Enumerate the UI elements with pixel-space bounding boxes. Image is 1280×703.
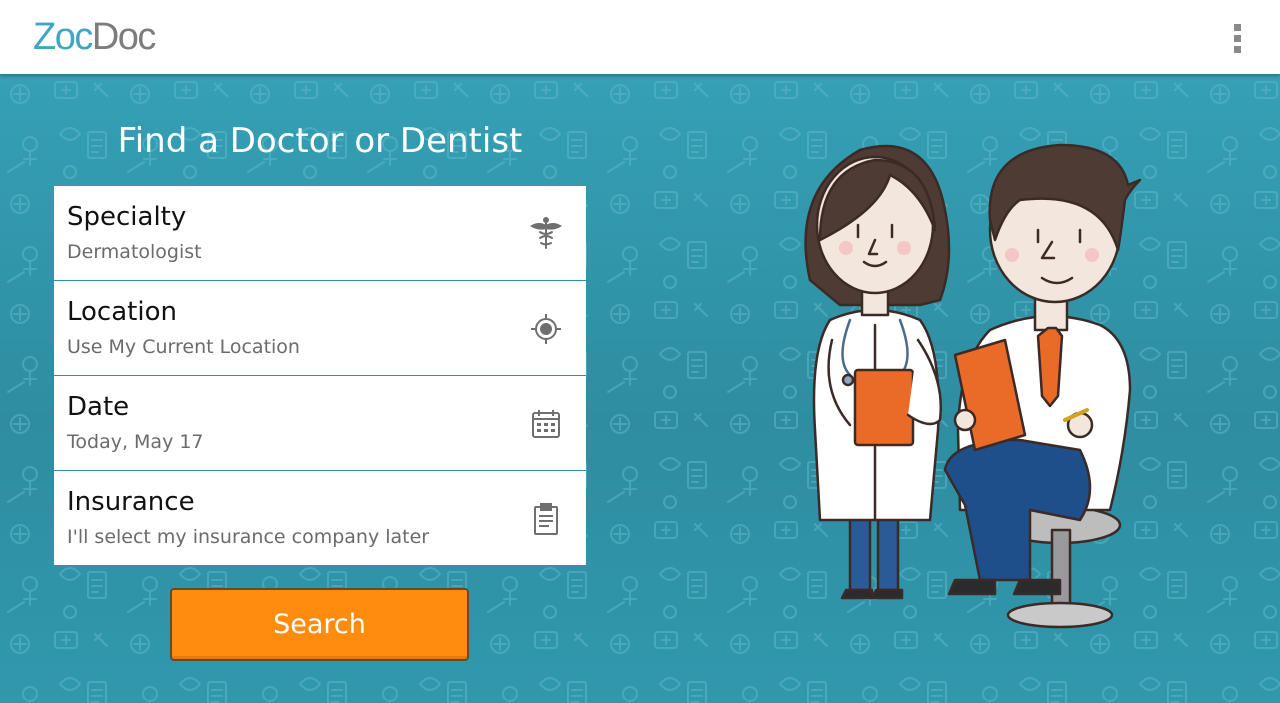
more-vert-icon[interactable]: [1226, 20, 1250, 56]
logo-doc-text: Doc: [91, 16, 157, 58]
caduceus-icon: [529, 217, 563, 249]
logo-zoc-text: Zoc: [33, 16, 93, 58]
zocdoc-logo[interactable]: ZocDoc: [33, 14, 157, 60]
insurance-field[interactable]: Insurance I'll select my insurance compa…: [54, 471, 586, 565]
specialty-label: Specialty: [67, 202, 187, 232]
search-form: Specialty Dermatologist Location Use My …: [54, 186, 586, 565]
doctors-illustration: [804, 143, 1142, 629]
gps-location-icon: [531, 314, 561, 344]
insurance-label: Insurance: [67, 487, 195, 517]
calendar-icon: [532, 410, 560, 438]
specialty-field[interactable]: Specialty Dermatologist: [54, 186, 586, 281]
insurance-value: I'll select my insurance company later: [67, 526, 430, 548]
search-button[interactable]: Search: [170, 588, 469, 661]
clipboard-icon: [534, 503, 558, 535]
date-value: Today, May 17: [67, 431, 204, 453]
location-field[interactable]: Location Use My Current Location: [54, 281, 586, 376]
location-label: Location: [67, 297, 177, 327]
date-field[interactable]: Date Today, May 17: [54, 376, 586, 471]
location-value: Use My Current Location: [67, 336, 300, 358]
date-label: Date: [67, 392, 130, 422]
specialty-value: Dermatologist: [67, 241, 202, 263]
page-title: Find a Doctor or Dentist: [117, 121, 523, 161]
app-bar: ZocDoc: [0, 0, 1280, 74]
